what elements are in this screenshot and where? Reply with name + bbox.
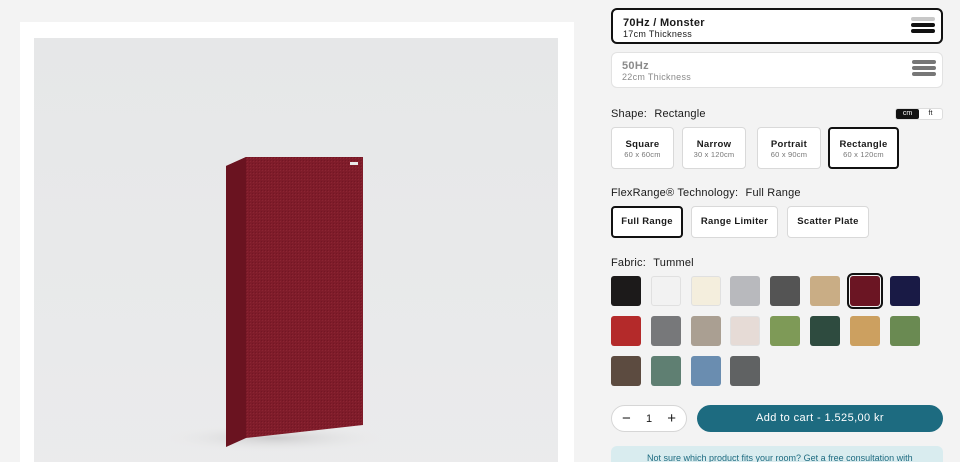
shape-rectangle-button[interactable]: Rectangle 60 x 120cm xyxy=(828,127,899,169)
acoustic-panel-illustration xyxy=(164,157,384,452)
shape-size: 30 x 120cm xyxy=(693,150,735,159)
fabric-swatch[interactable] xyxy=(611,276,641,306)
flexrange-full-range-button[interactable]: Full Range xyxy=(611,206,683,238)
flexrange-label-row: FlexRange® Technology: Full Range xyxy=(611,187,801,199)
flexrange-scatter-plate-button[interactable]: Scatter Plate xyxy=(787,206,869,238)
fabric-swatch[interactable] xyxy=(849,316,880,346)
add-to-cart-button[interactable]: Add to cart - 1.525,00 kr xyxy=(697,405,943,432)
shape-portrait-button[interactable]: Portrait 60 x 90cm xyxy=(757,127,821,169)
consultation-banner[interactable]: Not sure which product fits your room? G… xyxy=(611,446,943,462)
flexrange-range-limiter-button[interactable]: Range Limiter xyxy=(691,206,778,238)
flexrange-label: FlexRange® Technology: xyxy=(611,187,739,199)
shape-size: 60 x 90cm xyxy=(770,150,808,159)
fabric-swatch[interactable] xyxy=(810,276,840,306)
minus-icon[interactable]: − xyxy=(622,411,631,426)
product-image[interactable] xyxy=(34,38,558,462)
fabric-swatch[interactable] xyxy=(690,316,721,346)
fabric-swatch[interactable] xyxy=(770,316,801,346)
shape-name: Portrait xyxy=(770,139,808,150)
thickness-bars-icon xyxy=(912,60,936,78)
unit-cm[interactable]: cm xyxy=(896,109,919,119)
thickness-option-50hz[interactable]: 50Hz 22cm Thickness xyxy=(611,52,943,88)
shape-size: 60 x 120cm xyxy=(843,150,884,159)
shape-value: Rectangle xyxy=(654,108,706,120)
unit-toggle[interactable]: cm ft xyxy=(895,108,943,120)
thickness-option-70hz[interactable]: 70Hz / Monster 17cm Thickness xyxy=(611,8,943,44)
shape-name: Narrow xyxy=(696,139,732,150)
shape-square-button[interactable]: Square 60 x 60cm xyxy=(611,127,674,169)
plus-icon[interactable]: + xyxy=(667,411,676,426)
fabric-swatch[interactable] xyxy=(770,276,801,306)
fabric-swatch[interactable] xyxy=(730,356,761,386)
shape-label-row: Shape: Rectangle xyxy=(611,108,706,120)
fabric-swatch[interactable] xyxy=(730,276,761,306)
thickness-bars-icon xyxy=(911,17,935,35)
unit-ft[interactable]: ft xyxy=(919,109,942,119)
fabric-swatch[interactable] xyxy=(650,356,681,386)
thickness-sub: 17cm Thickness xyxy=(623,29,693,39)
quantity-stepper[interactable]: − 1 + xyxy=(611,405,687,432)
product-image-card xyxy=(20,22,574,462)
shape-name: Rectangle xyxy=(839,139,888,150)
shape-label: Shape: xyxy=(611,108,648,120)
fabric-swatch[interactable] xyxy=(730,316,761,346)
thickness-sub: 22cm Thickness xyxy=(622,72,692,82)
fabric-swatch[interactable] xyxy=(650,316,681,346)
fabric-swatch[interactable] xyxy=(690,356,721,386)
flexrange-value: Full Range xyxy=(745,187,801,199)
fabric-swatch[interactable] xyxy=(690,276,721,306)
fabric-swatch[interactable] xyxy=(846,273,883,309)
quantity-value: 1 xyxy=(645,412,653,425)
fabric-label-row: Fabric: Tummel xyxy=(611,257,694,269)
fabric-swatch[interactable] xyxy=(889,276,920,306)
fabric-swatch[interactable] xyxy=(650,276,681,306)
shape-narrow-button[interactable]: Narrow 30 x 120cm xyxy=(682,127,746,169)
consultation-text: Not sure which product fits your room? G… xyxy=(647,453,913,462)
thickness-name: 50Hz xyxy=(622,60,649,72)
fabric-value: Tummel xyxy=(653,257,694,269)
thickness-name: 70Hz / Monster xyxy=(623,17,705,29)
fabric-swatch[interactable] xyxy=(889,316,920,346)
fabric-swatch[interactable] xyxy=(611,316,641,346)
shape-size: 60 x 60cm xyxy=(624,150,661,159)
fabric-swatch[interactable] xyxy=(611,356,641,386)
shape-name: Square xyxy=(625,139,660,150)
fabric-swatch[interactable] xyxy=(810,316,840,346)
fabric-label: Fabric: xyxy=(611,257,647,269)
